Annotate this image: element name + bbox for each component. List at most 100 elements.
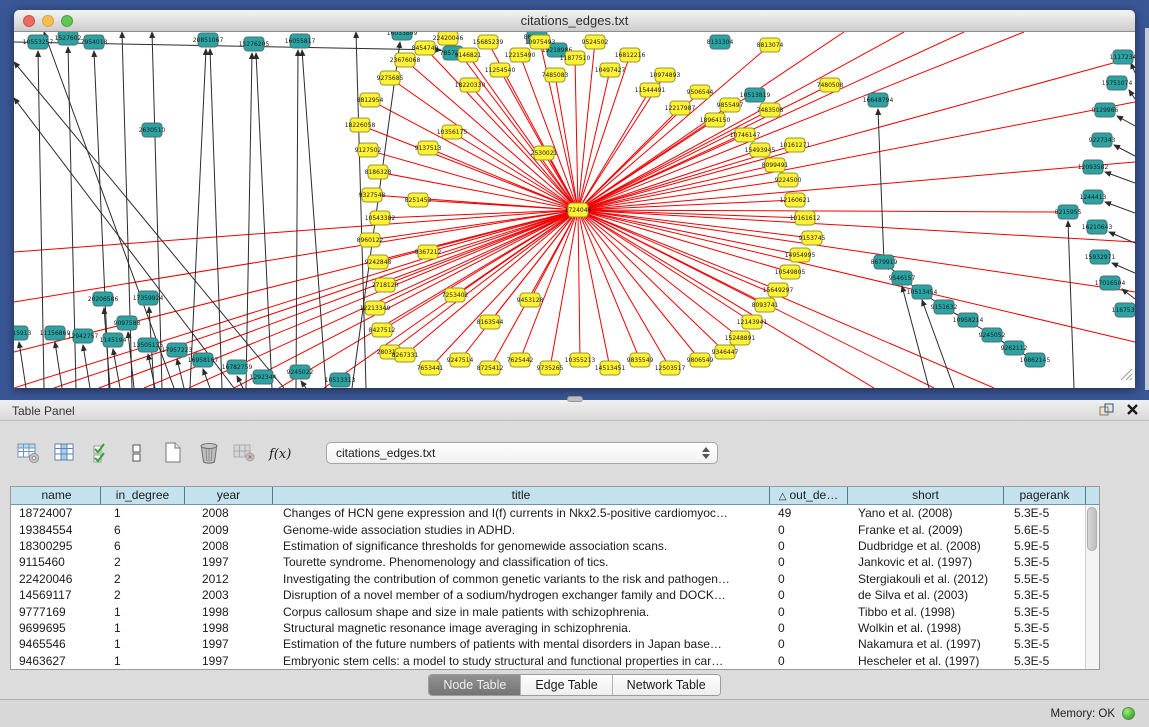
column-header-title[interactable]: title [273, 487, 770, 504]
table-row[interactable]: 1456911722003Disruption of a novel membe… [13, 587, 1085, 603]
svg-text:18964150: 18964150 [700, 117, 731, 124]
column-header-year[interactable]: year [185, 487, 273, 504]
svg-text:16648794: 16648794 [863, 97, 894, 104]
function-builder-icon[interactable]: f(x) [266, 439, 296, 467]
close-window-button[interactable] [23, 15, 35, 27]
svg-text:10355213: 10355213 [565, 357, 596, 364]
table-toolbar: f(x) citations_edges.txt [0, 421, 1149, 485]
citation-network-graph[interactable]: 1055325715276027954018208510671527620516… [14, 32, 1135, 388]
close-panel-icon[interactable] [1126, 403, 1139, 421]
svg-text:1117234: 1117234 [1110, 54, 1135, 61]
cytoscape-app: citations_edges.txt 10553257152760279540… [0, 0, 1149, 727]
svg-text:9137513: 9137513 [415, 145, 442, 152]
zoom-window-button[interactable] [61, 15, 73, 27]
table-cell: 5.3E-5 [1004, 654, 1085, 668]
svg-text:1292344: 1292344 [250, 374, 277, 381]
table-cell: Embryonic stem cells: a model to study s… [273, 654, 770, 668]
table-row[interactable]: 1830029562008Estimation of significance … [13, 538, 1085, 554]
table-row[interactable]: 1872400712008Changes of HCN gene express… [13, 505, 1085, 521]
table-selector-dropdown[interactable]: citations_edges.txt [326, 442, 718, 464]
svg-text:12503517: 12503517 [655, 365, 686, 372]
table-cell: Wolkin et al. (1998) [848, 621, 1004, 635]
svg-text:15248891: 15248891 [725, 335, 756, 342]
tab-network-table[interactable]: Network Table [613, 675, 720, 695]
table-cell: 5.3E-5 [1004, 637, 1085, 651]
svg-text:9327548: 9327548 [359, 192, 386, 199]
svg-text:9247514: 9247514 [447, 357, 474, 364]
table-cell: 2008 [185, 539, 273, 553]
network-canvas[interactable]: 1055325715276027954018208510671527620516… [14, 32, 1135, 388]
svg-text:12160621: 12160621 [780, 197, 811, 204]
svg-text:1724046: 1724046 [565, 207, 592, 214]
svg-text:10553257: 10553257 [23, 39, 54, 46]
network-window-title: citations_edges.txt [14, 10, 1135, 31]
status-bar: Memory: OK [0, 699, 1149, 727]
tab-node-table[interactable]: Node Table [429, 675, 521, 695]
table-cell: 9699695 [13, 621, 101, 635]
table-row[interactable]: 2242004622012Investigating the contribut… [13, 571, 1085, 587]
table-row[interactable]: 969969511998Structural magnetic resonanc… [13, 620, 1085, 636]
table-cell: 1997 [185, 555, 273, 569]
svg-text:17359924: 17359924 [133, 295, 164, 302]
table-row[interactable]: 946554611997Estimation of the future num… [13, 636, 1085, 652]
svg-text:8454749: 8454749 [412, 45, 439, 52]
svg-text:16033809: 16033809 [387, 32, 418, 37]
table-cell: 9115460 [13, 555, 101, 569]
svg-text:10975493: 10975493 [525, 39, 556, 46]
dropdown-arrows-icon [702, 447, 710, 459]
table-cell: Franke et al. (2009) [848, 523, 1004, 537]
tab-edge-table[interactable]: Edge Table [521, 675, 612, 695]
table-cell: 0 [770, 654, 848, 668]
vertical-scrollbar[interactable] [1085, 505, 1099, 669]
svg-text:16782759: 16782759 [222, 364, 253, 371]
float-panel-icon[interactable] [1099, 403, 1114, 421]
table-cell: 2 [101, 555, 185, 569]
table-row[interactable]: 946362711997Embryonic stem cells: a mode… [13, 653, 1085, 669]
table-mode-icon[interactable] [122, 439, 152, 467]
svg-text:12215490: 12215490 [505, 52, 536, 59]
svg-text:13505135: 13505135 [133, 342, 164, 349]
table-cell: 1 [101, 506, 185, 520]
svg-text:10513313: 10513313 [325, 377, 356, 384]
table-row[interactable]: 977716911998Corpus callosum shape and si… [13, 603, 1085, 619]
svg-text:9146821: 9146821 [455, 52, 482, 59]
table-cell: 0 [770, 588, 848, 602]
svg-text:16958167: 16958167 [188, 357, 219, 364]
trash-icon[interactable] [194, 439, 224, 467]
svg-text:12942757: 12942757 [68, 333, 99, 340]
table-cell: 1997 [185, 637, 273, 651]
column-header-short[interactable]: short [848, 487, 1004, 504]
panel-splitter-handle[interactable] [567, 396, 583, 402]
table-row[interactable]: 911546021997Tourette syndrome. Phenomeno… [13, 554, 1085, 570]
svg-text:2718120: 2718120 [372, 282, 399, 289]
network-window-titlebar[interactable]: citations_edges.txt [14, 10, 1135, 32]
delete-table-icon[interactable] [230, 439, 260, 467]
column-header-out_de[interactable]: △out_de… [770, 487, 848, 504]
row-select-icon[interactable] [86, 439, 116, 467]
scrollbar-thumb[interactable] [1087, 507, 1097, 551]
table-cell: 2 [101, 588, 185, 602]
column-header-in_degree[interactable]: in_degree [101, 487, 185, 504]
svg-text:11156869: 11156869 [40, 330, 71, 337]
svg-text:8251453: 8251453 [405, 197, 432, 204]
table-cell: 5.3E-5 [1004, 506, 1085, 520]
svg-text:9097588: 9097588 [114, 320, 141, 327]
traffic-lights [23, 15, 73, 27]
svg-text:18226058: 18226058 [345, 122, 376, 129]
svg-text:f(x): f(x) [268, 447, 291, 462]
svg-text:10549805: 10549805 [775, 269, 806, 276]
table-row[interactable]: 1938455462009Genome-wide association stu… [13, 521, 1085, 537]
table-cell: 1 [101, 621, 185, 635]
table-settings-icon[interactable] [14, 439, 44, 467]
column-header-pagerank[interactable]: pagerank [1004, 487, 1086, 504]
new-document-icon[interactable] [158, 439, 188, 467]
column-header-name[interactable]: name [13, 487, 101, 504]
svg-text:10862145: 10862145 [1020, 357, 1051, 364]
minimize-window-button[interactable] [42, 15, 54, 27]
table-cell: 6 [101, 539, 185, 553]
column-display-icon[interactable] [50, 439, 80, 467]
table-panel: Table Panel [0, 400, 1149, 727]
svg-text:7253402: 7253402 [442, 292, 469, 299]
window-resize-grip[interactable] [1117, 365, 1133, 386]
table-cell: 1 [101, 654, 185, 668]
